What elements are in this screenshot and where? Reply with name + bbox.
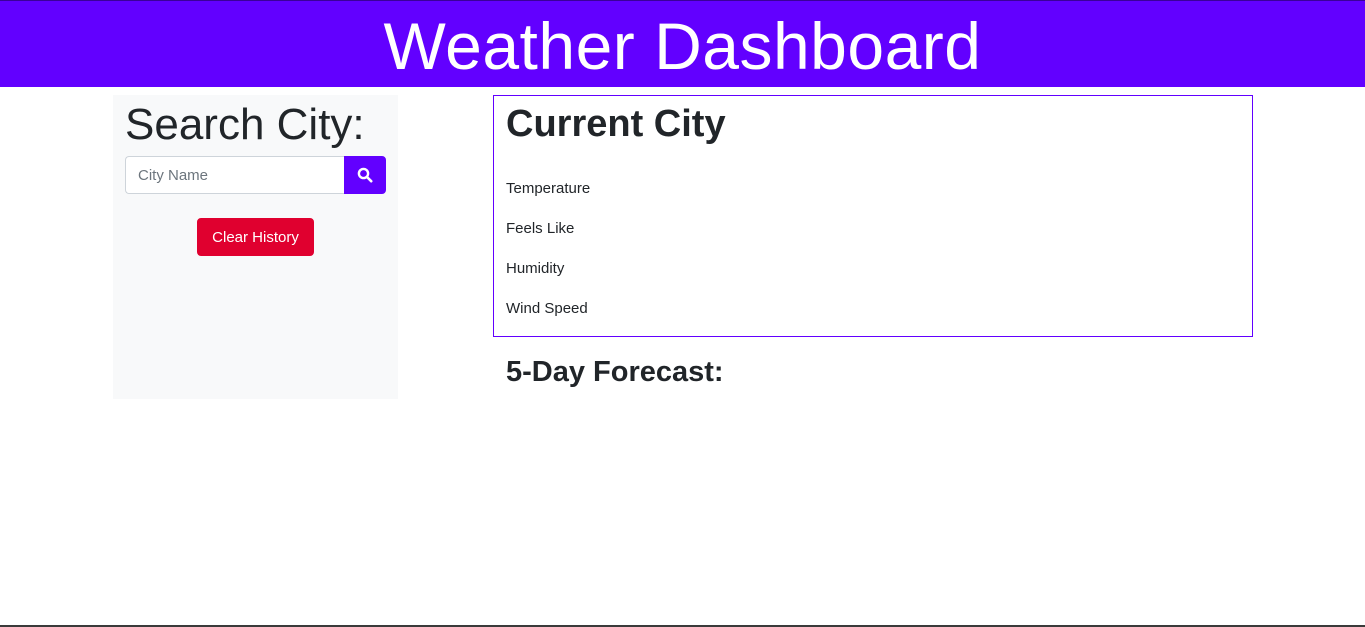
search-icon	[357, 167, 373, 183]
current-city-title: Current City	[506, 103, 726, 145]
search-heading: Search City:	[125, 100, 365, 149]
temperature-label: Temperature	[506, 180, 591, 197]
wind-speed-label: Wind Speed	[506, 300, 588, 317]
humidity-label: Humidity	[506, 260, 565, 277]
search-group	[125, 156, 386, 194]
current-weather-card: Current City Temperature Feels Like Humi…	[493, 95, 1253, 337]
search-button[interactable]	[344, 156, 386, 194]
clear-history-button[interactable]: Clear History	[197, 218, 314, 256]
page-header: Weather Dashboard	[0, 0, 1365, 87]
forecast-heading: 5-Day Forecast:	[506, 356, 724, 388]
search-sidebar: Search City: Clear History	[113, 95, 398, 399]
city-search-input[interactable]	[125, 156, 344, 194]
feels-like-label: Feels Like	[506, 220, 575, 237]
page-title: Weather Dashboard	[383, 9, 982, 83]
